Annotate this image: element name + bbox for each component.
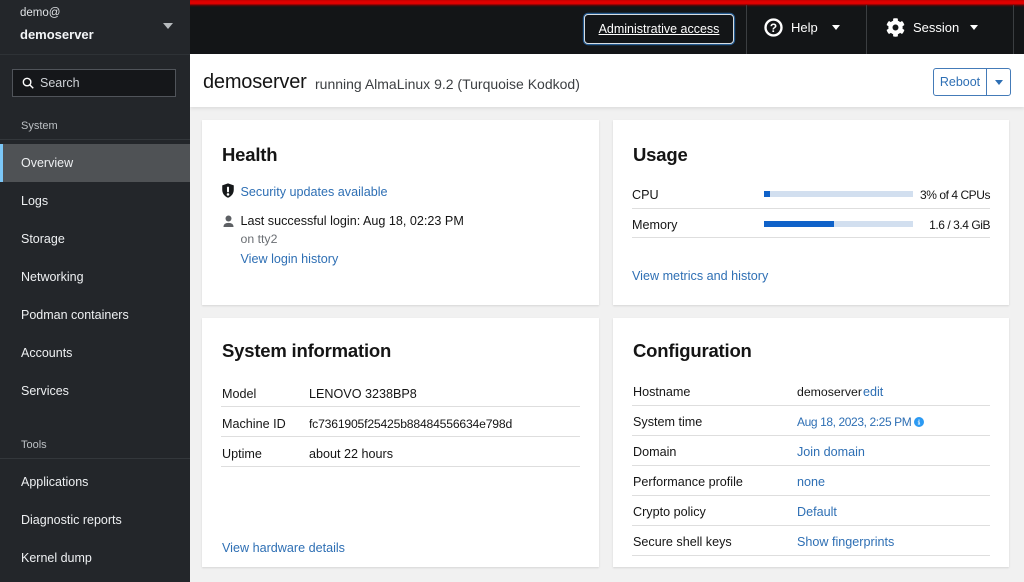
- svg-text:?: ?: [770, 20, 777, 34]
